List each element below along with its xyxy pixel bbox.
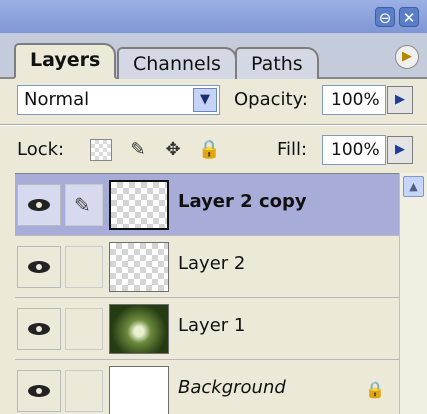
layer-row-layer-2-copy[interactable]: ✎ Layer 2 copy — [15, 174, 399, 236]
lock-image-pixels-brush-icon[interactable]: ✎ — [127, 139, 149, 161]
fill-slider-button[interactable]: ▶ — [387, 136, 413, 164]
layer-name: Background — [178, 377, 286, 398]
opacity-input[interactable]: 100% — [322, 85, 386, 115]
visibility-toggle[interactable] — [17, 184, 61, 226]
lock-icon: 🔒 — [365, 380, 385, 399]
chevron-down-icon[interactable]: ▼ — [193, 88, 217, 112]
opacity-slider-button[interactable]: ▶ — [387, 86, 413, 114]
layer-thumbnail — [109, 366, 169, 414]
layer-row-layer-2[interactable]: Layer 2 — [15, 236, 399, 298]
brush-icon: ✎ — [74, 193, 91, 217]
lock-label: Lock: — [17, 139, 65, 160]
lock-transparent-pixels-icon[interactable] — [90, 139, 112, 161]
layer-list-scrollbar[interactable]: ▲ — [399, 173, 427, 414]
layer-row-background[interactable]: Background 🔒 — [15, 360, 399, 414]
tab-layers[interactable]: Layers — [14, 43, 117, 79]
layer-link-cell[interactable] — [65, 246, 103, 288]
layer-name: Layer 2 — [178, 253, 246, 274]
visibility-toggle[interactable] — [17, 370, 61, 412]
fill-input[interactable]: 100% — [322, 135, 386, 165]
layer-list: ✎ Layer 2 copy Layer 2 Layer 1 Backgroun… — [15, 173, 399, 414]
eye-icon — [28, 199, 50, 211]
tab-channels[interactable]: Channels — [117, 47, 237, 79]
tab-paths[interactable]: Paths — [235, 47, 319, 79]
layer-thumbnail — [109, 242, 169, 292]
eye-icon — [28, 323, 50, 335]
lock-position-move-icon[interactable]: ✥ — [162, 139, 184, 161]
layer-thumbnail — [109, 180, 169, 230]
eye-icon — [28, 261, 50, 273]
fill-label: Fill: — [277, 139, 308, 160]
layer-name: Layer 2 copy — [178, 191, 307, 212]
layers-panel: ⊖ ✕ Layers Channels Paths ▶ Normal ▼ Opa… — [0, 0, 427, 414]
tab-strip: Layers Channels Paths ▶ — [0, 33, 427, 79]
layer-link-cell[interactable]: ✎ — [65, 184, 103, 226]
layer-row-layer-1[interactable]: Layer 1 — [15, 298, 399, 360]
blend-mode-select[interactable]: Normal ▼ — [17, 85, 220, 115]
panel-titlebar: ⊖ ✕ — [0, 0, 427, 33]
layer-link-cell[interactable] — [65, 308, 103, 350]
visibility-toggle[interactable] — [17, 308, 61, 350]
layer-thumbnail — [109, 304, 169, 354]
panel-menu-icon[interactable]: ▶ — [395, 45, 419, 69]
minimize-icon[interactable]: ⊖ — [375, 7, 395, 27]
divider — [0, 124, 427, 126]
layer-link-cell[interactable] — [65, 370, 103, 412]
blend-mode-value: Normal — [24, 89, 90, 110]
layer-name: Layer 1 — [178, 315, 246, 336]
scroll-up-icon[interactable]: ▲ — [403, 176, 424, 197]
lock-all-icon[interactable]: 🔒 — [198, 139, 220, 161]
opacity-label: Opacity: — [234, 89, 308, 110]
eye-icon — [28, 385, 50, 397]
visibility-toggle[interactable] — [17, 246, 61, 288]
close-icon[interactable]: ✕ — [399, 7, 419, 27]
